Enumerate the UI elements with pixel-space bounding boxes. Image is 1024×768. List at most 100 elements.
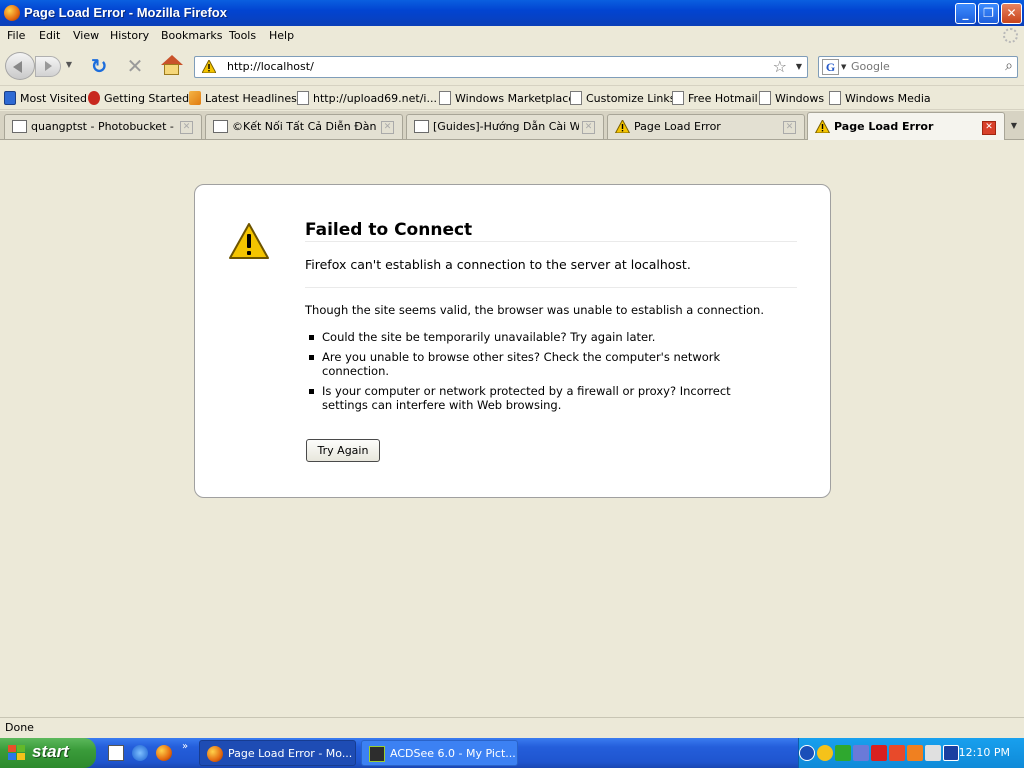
menu-tools[interactable]: Tools [229, 29, 256, 42]
divider [305, 241, 797, 242]
bookmark-windows-media[interactable]: Windows Media [829, 91, 931, 105]
try-again-button[interactable]: Try Again [306, 439, 380, 462]
tab-page-load-error-active[interactable]: Page Load Error ✕ [807, 112, 1005, 140]
engine-dropdown-icon[interactable]: ▼ [841, 63, 846, 71]
play-icon[interactable] [835, 745, 851, 761]
page-icon [297, 91, 309, 105]
bookmark-customize-links[interactable]: Customize Links [570, 91, 676, 105]
page-icon [570, 91, 582, 105]
menu-history[interactable]: History [110, 29, 149, 42]
kaspersky-icon[interactable] [871, 745, 887, 761]
tab-close-icon[interactable]: ✕ [783, 121, 796, 134]
forward-button[interactable] [35, 56, 61, 77]
history-dropdown-icon[interactable]: ▼ [63, 60, 75, 72]
close-button[interactable]: ✕ [1001, 3, 1022, 24]
clock: 12:10 PM [958, 746, 1010, 759]
forum-icon [414, 120, 429, 133]
firefox-icon [207, 746, 223, 762]
error-subtitle: Firefox can't establish a connection to … [305, 257, 691, 272]
page-content: Failed to Connect Firefox can't establis… [0, 140, 1024, 717]
menu-bookmarks[interactable]: Bookmarks [161, 29, 222, 42]
tab-photobucket[interactable]: quangptst - Photobucket - Vi... ✕ [4, 114, 202, 139]
tab-bar: quangptst - Photobucket - Vi... ✕ ©Kết N… [0, 111, 1024, 140]
url-text[interactable]: http://localhost/ [227, 60, 314, 73]
tab-close-icon[interactable]: ✕ [180, 121, 193, 134]
error-suggestions: Could the site be temporarily unavailabl… [305, 330, 745, 418]
quick-launch-more-icon[interactable]: » [182, 741, 188, 752]
google-engine-icon[interactable]: G [822, 59, 839, 75]
bookmark-free-hotmail[interactable]: Free Hotmail [672, 91, 758, 105]
error-box: Failed to Connect Firefox can't establis… [194, 184, 831, 498]
speaker-icon[interactable] [925, 745, 941, 761]
tab-list-dropdown-icon[interactable]: ▼ [1006, 115, 1022, 137]
warning-icon [615, 120, 630, 133]
throbber-icon [1003, 28, 1018, 43]
messenger-icon[interactable] [817, 745, 833, 761]
tab-ket-noi[interactable]: ©Kết Nối Tất Cả Diễn Đàn™ ... ✕ [205, 114, 403, 139]
unikey-icon[interactable] [889, 745, 905, 761]
list-item: Could the site be temporarily unavailabl… [305, 330, 745, 344]
firefox-icon [88, 91, 100, 105]
rss-icon [189, 91, 201, 105]
error-title: Failed to Connect [305, 220, 473, 240]
page-icon [759, 91, 771, 105]
tab-close-icon[interactable]: ✕ [381, 121, 394, 134]
acdsee-icon [369, 746, 385, 762]
minimize-button[interactable]: _ [955, 3, 976, 24]
bookmark-most-visited[interactable]: Most Visited [4, 91, 87, 105]
tab-guides[interactable]: [Guides]-Hướng Dẫn Cài We... ✕ [406, 114, 604, 139]
network-icon[interactable] [853, 745, 869, 761]
status-text: Done [5, 721, 34, 734]
search-input[interactable] [851, 60, 991, 73]
divider [305, 287, 797, 288]
maximize-button[interactable]: ❐ [978, 3, 999, 24]
tab-page-load-error[interactable]: Page Load Error ✕ [607, 114, 805, 139]
windows-logo-icon [8, 745, 26, 761]
window-title: Page Load Error - Mozilla Firefox [24, 5, 227, 20]
tray-collapse-icon[interactable] [799, 745, 815, 761]
url-dropdown-icon[interactable]: ▼ [796, 62, 802, 71]
page-icon [829, 91, 841, 105]
tab-close-icon[interactable]: ✕ [582, 121, 595, 134]
firefox-icon [4, 5, 20, 21]
stop-button[interactable]: ✕ [124, 55, 146, 77]
bookmark-getting-started[interactable]: Getting Started [88, 91, 189, 105]
tab-close-icon[interactable]: ✕ [982, 121, 996, 135]
bookmark-latest-headlines[interactable]: Latest Headlines [189, 91, 297, 105]
bookmark-windows-marketplace[interactable]: Windows Marketplace [439, 91, 575, 105]
bookmarks-toolbar: Most Visited Getting Started Latest Head… [0, 87, 1024, 110]
address-bar[interactable]: http://localhost/ ☆ ▼ [194, 56, 808, 78]
list-item: Is your computer or network protected by… [305, 384, 745, 412]
search-bar[interactable]: G ▼ ⌕ [818, 56, 1018, 78]
search-icon[interactable]: ⌕ [1005, 58, 1013, 74]
notepad-icon[interactable] [108, 745, 124, 761]
list-item: Are you unable to browse other sites? Ch… [305, 350, 745, 378]
title-bar: Page Load Error - Mozilla Firefox _ ❐ ✕ [0, 0, 1024, 26]
reload-button[interactable]: ↻ [88, 55, 110, 77]
display-icon[interactable] [943, 745, 959, 761]
internet-explorer-icon[interactable] [132, 745, 148, 761]
system-tray: 12:10 PM [798, 738, 1024, 768]
page-icon [439, 91, 451, 105]
back-button[interactable] [5, 52, 35, 80]
menu-help[interactable]: Help [269, 29, 294, 42]
bookmark-star-icon[interactable]: ☆ [773, 57, 787, 76]
taskbar-firefox-window[interactable]: Page Load Error - Mo... [199, 740, 356, 766]
error-description: Though the site seems valid, the browser… [305, 303, 764, 317]
menu-edit[interactable]: Edit [39, 29, 60, 42]
firefox-icon[interactable] [156, 745, 172, 761]
most-visited-icon [4, 91, 16, 105]
menu-view[interactable]: View [73, 29, 99, 42]
home-button[interactable] [160, 55, 184, 77]
menu-bar: File Edit View History Bookmarks Tools H… [0, 26, 1024, 46]
navigation-toolbar: ▼ ↻ ✕ http://localhost/ ☆ ▼ G ▼ ⌕ [0, 46, 1024, 86]
taskbar-acdsee-window[interactable]: ACDSee 6.0 - My Pict... [361, 740, 518, 766]
start-button[interactable]: start [0, 738, 96, 768]
bookmark-windows[interactable]: Windows [759, 91, 824, 105]
bookmark-upload69[interactable]: http://upload69.net/i... [297, 91, 437, 105]
vlc-icon[interactable] [907, 745, 923, 761]
warning-icon [202, 60, 216, 73]
status-bar: Done [0, 717, 1024, 738]
menu-file[interactable]: File [7, 29, 25, 42]
taskbar: start » Page Load Error - Mo... ACDSee 6… [0, 738, 1024, 768]
